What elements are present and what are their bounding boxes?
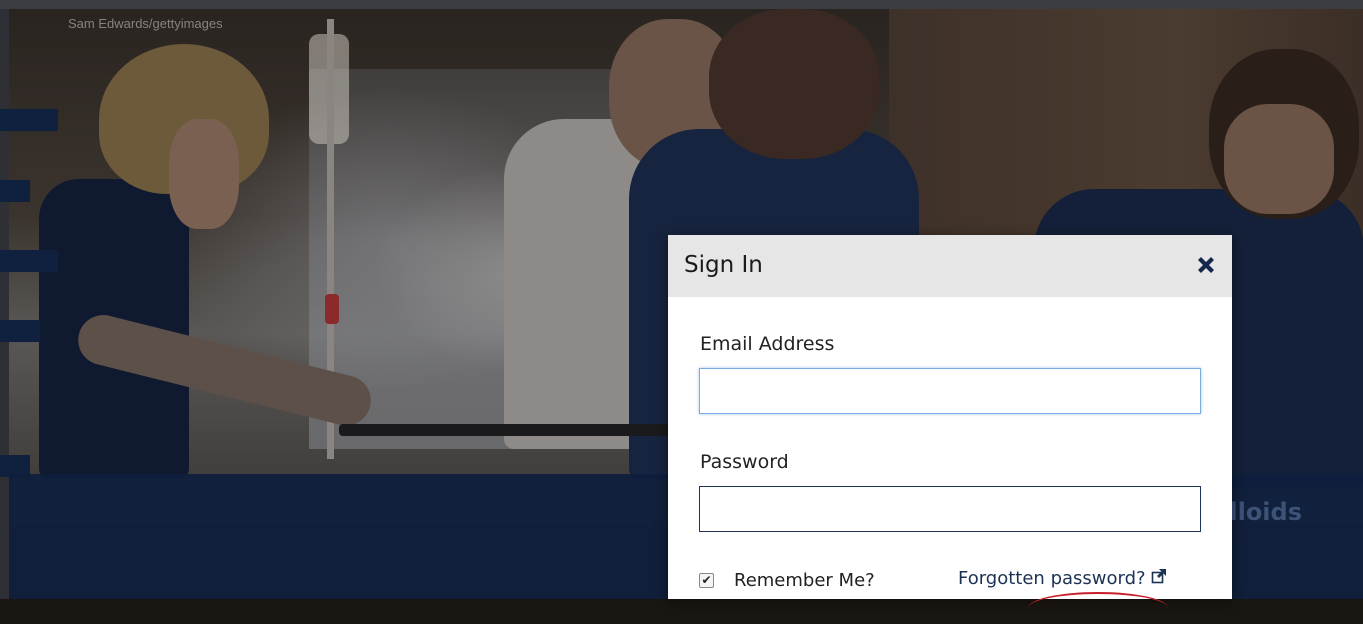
banner-title: lloids — [1229, 498, 1302, 526]
nurse-face — [169, 119, 239, 229]
email-field[interactable] — [699, 368, 1201, 414]
remember-me-label[interactable]: Remember Me? — [734, 570, 875, 591]
modal-header: Sign In — [668, 235, 1232, 297]
top-bar — [0, 0, 1363, 9]
left-decor-bar — [0, 320, 40, 342]
photo-credit: Sam Edwards/gettyimages — [68, 16, 223, 31]
password-label: Password — [700, 451, 789, 473]
forgotten-password-link[interactable]: Forgotten password? — [958, 568, 1167, 589]
annotation-highlight — [1028, 592, 1168, 624]
left-decor-bar — [0, 250, 58, 272]
left-decor-bar — [0, 180, 30, 202]
close-icon — [1198, 257, 1214, 273]
nurse-center-head — [709, 9, 879, 159]
email-label: Email Address — [700, 333, 835, 355]
remember-me-row: ✔ Remember Me? — [699, 568, 875, 592]
sign-in-modal: Sign In Email Address Password ✔ Remembe… — [668, 235, 1232, 599]
remember-me-checkbox[interactable]: ✔ — [699, 572, 714, 588]
modal-title: Sign In — [684, 252, 763, 278]
nurse-right-face — [1224, 104, 1334, 214]
left-decor-bar — [0, 109, 58, 131]
close-button[interactable] — [1194, 253, 1218, 277]
password-field[interactable] — [699, 486, 1201, 532]
checkmark-icon: ✔ — [701, 573, 712, 587]
forgotten-password-label: Forgotten password? — [958, 568, 1146, 589]
external-link-icon — [1151, 568, 1167, 589]
left-edge-strip — [0, 9, 9, 599]
iv-clip — [325, 294, 339, 324]
